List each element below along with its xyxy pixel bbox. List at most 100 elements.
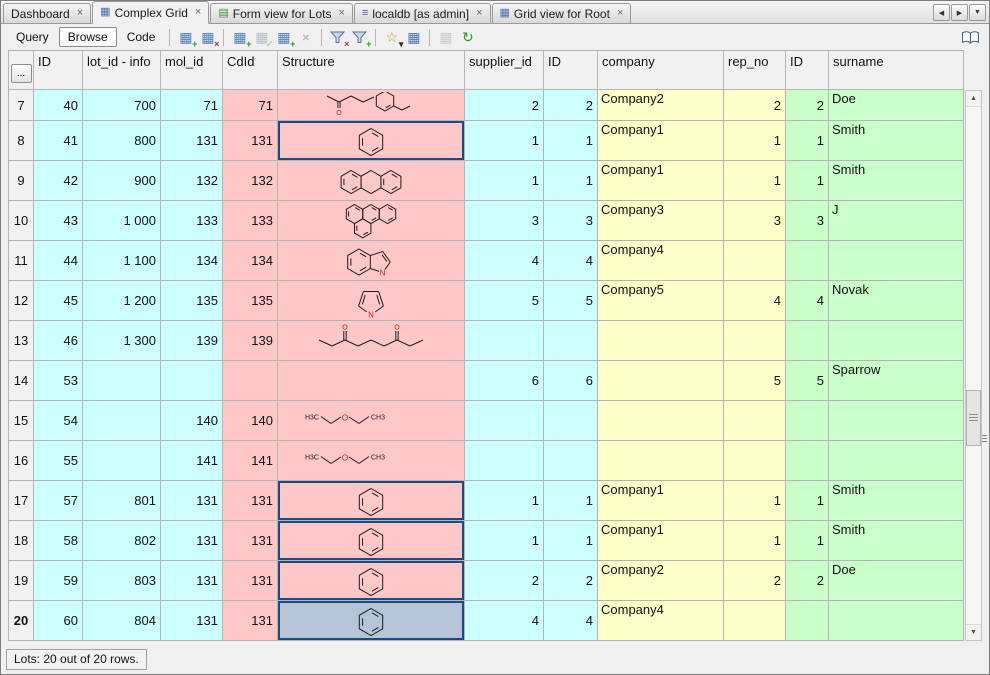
documentation-button[interactable] xyxy=(960,27,981,48)
tab-close-icon[interactable]: × xyxy=(617,8,623,19)
cell-rep-no[interactable] xyxy=(724,601,786,641)
favorites-button[interactable]: ☆▾ xyxy=(381,27,402,48)
cell-supplier-id[interactable] xyxy=(465,441,544,481)
cell-cdid[interactable]: 132 xyxy=(223,161,278,201)
cell-surname[interactable]: Sparrow xyxy=(829,361,964,401)
cell-id[interactable]: 44 xyxy=(34,241,83,281)
row-selector-18[interactable]: 18 xyxy=(9,521,34,561)
cell-id2[interactable]: 4 xyxy=(544,601,598,641)
cell-mol-id[interactable]: 141 xyxy=(161,441,223,481)
cell-lot-id[interactable]: 700 xyxy=(83,90,161,121)
cell-supplier-id[interactable] xyxy=(465,401,544,441)
cell-supplier-id[interactable]: 4 xyxy=(465,601,544,641)
cell-company[interactable]: Company1 xyxy=(598,121,724,161)
cell-id[interactable]: 42 xyxy=(34,161,83,201)
cell-supplier-id[interactable]: 3 xyxy=(465,201,544,241)
cell-supplier-id[interactable]: 2 xyxy=(465,561,544,601)
cell-surname[interactable]: J xyxy=(829,201,964,241)
refresh-button[interactable]: ↻ xyxy=(457,27,478,48)
cell-id2[interactable]: 6 xyxy=(544,361,598,401)
row-selector-16[interactable]: 16 xyxy=(9,441,34,481)
tab-close-icon[interactable]: × xyxy=(338,8,344,19)
cell-mol-id[interactable]: 134 xyxy=(161,241,223,281)
cell-lot-id[interactable]: 802 xyxy=(83,521,161,561)
cell-rep-no[interactable]: 1 xyxy=(724,481,786,521)
cell-cdid[interactable]: 131 xyxy=(223,561,278,601)
tab-localdb[interactable]: ≡localdb [as admin]× xyxy=(354,3,491,23)
cell-company[interactable]: Company4 xyxy=(598,241,724,281)
column-header-structure[interactable]: Structure xyxy=(278,51,465,90)
cell-id2[interactable]: 3 xyxy=(544,201,598,241)
cell-lot-id[interactable] xyxy=(83,441,161,481)
cell-mol-id[interactable]: 140 xyxy=(161,401,223,441)
row-selector-13[interactable]: 13 xyxy=(9,321,34,361)
column-header-surname[interactable]: surname xyxy=(829,51,964,90)
row-selector-10[interactable]: 10 xyxy=(9,201,34,241)
cell-lot-id[interactable] xyxy=(83,361,161,401)
cell-id[interactable]: 40 xyxy=(34,90,83,121)
cell-id2[interactable]: 1 xyxy=(544,161,598,201)
cell-mol-id[interactable]: 135 xyxy=(161,281,223,321)
cell-surname[interactable]: Smith xyxy=(829,161,964,201)
tab-close-icon[interactable]: × xyxy=(77,8,83,19)
clear-filter-button[interactable]: × xyxy=(327,27,348,48)
cell-rep-no[interactable]: 4 xyxy=(724,281,786,321)
add-grid-button[interactable]: ▦+ xyxy=(175,27,196,48)
cell-mol-id[interactable]: 131 xyxy=(161,121,223,161)
post-record-button[interactable]: ▦✓ xyxy=(251,27,272,48)
cell-rep-no[interactable]: 2 xyxy=(724,90,786,121)
cell-id2[interactable]: 5 xyxy=(544,281,598,321)
cell-id2[interactable]: 2 xyxy=(544,90,598,121)
cell-supplier-id[interactable]: 1 xyxy=(465,161,544,201)
cell-id3[interactable]: 5 xyxy=(786,361,829,401)
cell-supplier-id[interactable]: 1 xyxy=(465,121,544,161)
cell-id[interactable]: 58 xyxy=(34,521,83,561)
tab-complex-grid[interactable]: ▦Complex Grid× xyxy=(92,1,209,24)
row-selector-12[interactable]: 12 xyxy=(9,281,34,321)
cell-id3[interactable]: 1 xyxy=(786,121,829,161)
cell-surname[interactable]: Smith xyxy=(829,481,964,521)
cell-supplier-id[interactable]: 4 xyxy=(465,241,544,281)
cell-lot-id[interactable]: 1 000 xyxy=(83,201,161,241)
cell-company[interactable] xyxy=(598,441,724,481)
cell-company[interactable]: Company5 xyxy=(598,281,724,321)
cell-company[interactable]: Company1 xyxy=(598,481,724,521)
cell-company[interactable] xyxy=(598,361,724,401)
cell-mol-id[interactable]: 131 xyxy=(161,521,223,561)
cell-cdid[interactable]: 139 xyxy=(223,321,278,361)
cell-id3[interactable]: 1 xyxy=(786,481,829,521)
cell-company[interactable] xyxy=(598,321,724,361)
column-header-supplier-id[interactable]: supplier_id xyxy=(465,51,544,90)
cell-rep-no[interactable]: 5 xyxy=(724,361,786,401)
cell-company[interactable]: Company1 xyxy=(598,161,724,201)
cell-id2[interactable]: 1 xyxy=(544,481,598,521)
cell-id2[interactable]: 1 xyxy=(544,121,598,161)
cell-cdid[interactable]: 133 xyxy=(223,201,278,241)
cell-id2[interactable]: 4 xyxy=(544,241,598,281)
layout-button[interactable]: ▦ xyxy=(435,27,456,48)
code-view-button[interactable]: Code xyxy=(118,27,165,47)
cell-mol-id[interactable]: 132 xyxy=(161,161,223,201)
cell-id[interactable]: 41 xyxy=(34,121,83,161)
column-header-cdid[interactable]: CdId xyxy=(223,51,278,90)
cell-cdid[interactable]: 131 xyxy=(223,481,278,521)
row-selector-20[interactable]: 20 xyxy=(9,601,34,641)
row-selector-9[interactable]: 9 xyxy=(9,161,34,201)
cell-mol-id[interactable]: 133 xyxy=(161,201,223,241)
cell-lot-id[interactable]: 804 xyxy=(83,601,161,641)
cell-id2[interactable] xyxy=(544,321,598,361)
cell-cdid[interactable]: 134 xyxy=(223,241,278,281)
insert-record-button[interactable]: ▦+ xyxy=(229,27,250,48)
query-view-button[interactable]: Query xyxy=(7,27,58,47)
cell-company[interactable]: Company2 xyxy=(598,561,724,601)
row-selector-11[interactable]: 11 xyxy=(9,241,34,281)
cell-id3[interactable] xyxy=(786,441,829,481)
copy-record-button[interactable]: ▦+ xyxy=(273,27,294,48)
row-selector-14[interactable]: 14 xyxy=(9,361,34,401)
cell-surname[interactable] xyxy=(829,441,964,481)
cell-id3[interactable] xyxy=(786,601,829,641)
cell-surname[interactable] xyxy=(829,241,964,281)
cell-mol-id[interactable]: 131 xyxy=(161,601,223,641)
cell-rep-no[interactable]: 2 xyxy=(724,561,786,601)
column-header-rep-no[interactable]: rep_no xyxy=(724,51,786,90)
